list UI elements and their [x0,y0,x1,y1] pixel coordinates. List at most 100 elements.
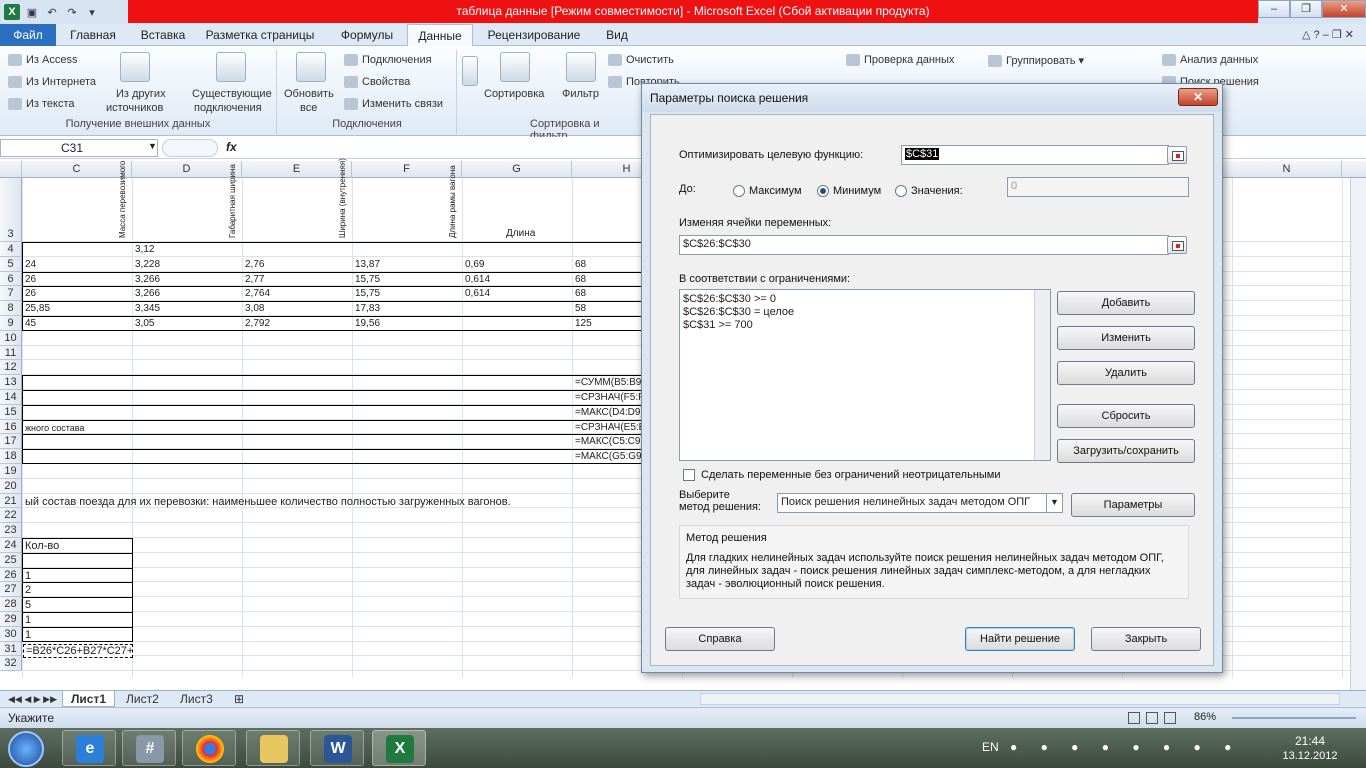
column-title[interactable]: Длина рамы вагона [448,165,457,238]
row-header[interactable]: 20 [0,478,22,494]
name-box[interactable]: C31 [0,139,158,157]
column-header-n[interactable]: N [1232,161,1342,178]
insert-function-icon[interactable]: fx [226,140,237,154]
undo-icon[interactable]: ↶ [44,4,60,20]
clock-date[interactable]: 13.12.2012 [1272,750,1348,762]
constraint-item[interactable]: $C$31 >= 700 [683,319,753,332]
reset-button[interactable]: Сбросить [1057,404,1195,428]
taskbar-explorer[interactable] [246,730,300,766]
row-header[interactable]: 12 [0,360,22,376]
row-header[interactable]: 4 [0,242,22,257]
tab-home[interactable]: Главная [62,24,124,46]
connections-button[interactable]: Подключения [344,54,432,67]
insert-sheet-icon[interactable]: ⊞ [226,691,252,707]
constraints-list[interactable]: $C$26:$C$30 >= 0 $C$26:$C$30 = целое $C$… [679,289,1051,461]
vertical-scrollbar[interactable] [1350,178,1366,690]
row-header[interactable]: 23 [0,523,22,538]
column-header-g[interactable]: G [462,161,572,178]
data-analysis-button[interactable]: Анализ данных [1162,54,1258,67]
tab-insert[interactable]: Вставка [132,24,194,46]
taskbar-chrome[interactable] [182,730,236,766]
options-button[interactable]: Параметры [1071,493,1195,517]
tab-formulas[interactable]: Формулы [330,24,404,46]
value-input[interactable]: 0 [1007,177,1189,197]
row-header[interactable]: 24 [0,538,22,553]
save-icon[interactable]: ▣ [24,4,40,20]
ribbon-window-controls[interactable]: △ ? – ❐ ✕ [1290,24,1366,46]
row-header[interactable]: 30 [0,626,22,642]
vars-collapse-icon[interactable] [1167,236,1187,254]
properties-button[interactable]: Свойства [344,76,410,89]
method-select[interactable]: Поиск решения нелинейных задач методом О… [777,493,1063,513]
tab-page-layout[interactable]: Разметка страницы [200,24,320,46]
start-button-icon[interactable] [8,731,44,767]
redo-icon[interactable]: ↷ [64,4,80,20]
row-header[interactable]: 28 [0,597,22,612]
row-header[interactable]: 17 [0,434,22,450]
refresh-all-icon[interactable] [296,52,326,82]
constraint-item[interactable]: $C$26:$C$30 = целое [683,306,794,319]
sheet-tab-1[interactable]: Лист1 [62,691,116,707]
tab-review[interactable]: Рецензирование [478,24,590,46]
view-buttons[interactable] [1128,712,1184,724]
clear-button[interactable]: Очистить [608,54,674,67]
row-header[interactable]: 19 [0,464,22,479]
row-header[interactable]: 3 [0,178,22,242]
column-title[interactable]: Габаритная ширина [228,164,237,238]
tab-data[interactable]: Данные [407,24,473,47]
column-title[interactable]: Масса перевозимого [118,161,127,238]
name-box-dropdown-icon[interactable]: ▼ [148,141,157,151]
tray-icons[interactable]: ● ● ● ● ● ● ● ● [1010,740,1241,754]
close-window-button[interactable]: ✕ [1322,0,1366,18]
page-layout-icon[interactable] [1146,712,1158,724]
row-header[interactable]: 9 [0,316,22,331]
row-header[interactable]: 16 [0,419,22,435]
taskbar-word[interactable]: W [310,730,364,766]
taskbar-calculator[interactable]: # [122,730,176,766]
delete-button[interactable]: Удалить [1057,361,1195,385]
other-sources-icon[interactable] [120,52,150,82]
nonneg-checkbox[interactable] [683,469,695,481]
sheet-tab-3[interactable]: Лист3 [172,691,221,707]
row-header[interactable]: 22 [0,508,22,524]
min-radio[interactable] [817,185,829,197]
objective-input[interactable]: $C$31 [901,145,1169,165]
row-header[interactable]: 10 [0,330,22,346]
column-title[interactable]: Ширина (внутренняя) [338,158,347,238]
zoom-slider[interactable] [1232,717,1356,719]
row-header[interactable]: 6 [0,271,22,287]
row-header[interactable]: 21 [0,493,22,509]
filter-icon[interactable] [566,52,596,82]
from-web-button[interactable]: Из Интернета [8,76,96,89]
edit-links-button[interactable]: Изменить связи [344,98,443,111]
select-all-corner[interactable] [0,161,22,178]
minimize-button[interactable]: – [1258,0,1290,18]
data-validation-button[interactable]: Проверка данных [846,54,954,67]
excel-logo-icon[interactable]: X [4,4,20,20]
cell[interactable]: =B26*C26+B27*C27+B [23,643,133,658]
group-button[interactable]: Группировать ▾ [988,54,1084,68]
tab-view[interactable]: Вид [596,24,638,46]
row-header[interactable]: 14 [0,390,22,405]
sort-az-icon[interactable] [462,56,478,86]
constraints-scrollbar[interactable] [1034,290,1050,460]
page-break-icon[interactable] [1164,712,1176,724]
row-header[interactable]: 27 [0,582,22,598]
value-radio[interactable] [895,185,907,197]
from-text-button[interactable]: Из текста [8,98,75,111]
normal-view-icon[interactable] [1128,712,1140,724]
column-header-d[interactable]: D [132,161,242,178]
formula-buttons[interactable] [162,139,218,157]
vars-input[interactable]: $C$26:$C$30 [679,235,1169,255]
row-header[interactable]: 26 [0,567,22,583]
change-button[interactable]: Изменить [1057,326,1195,350]
row-header[interactable]: 25 [0,552,22,568]
sort-icon[interactable] [500,52,530,82]
row-header[interactable]: 18 [0,449,22,464]
max-radio[interactable] [733,185,745,197]
clock-time[interactable]: 21:44 [1280,734,1340,748]
sheet-nav-icon[interactable]: ◀◀ ◀ ▶ ▶▶ [0,691,65,707]
help-button[interactable]: Справка [665,627,775,651]
sheet-tab-2[interactable]: Лист2 [118,691,167,707]
solve-button[interactable]: Найти решение [965,627,1075,651]
